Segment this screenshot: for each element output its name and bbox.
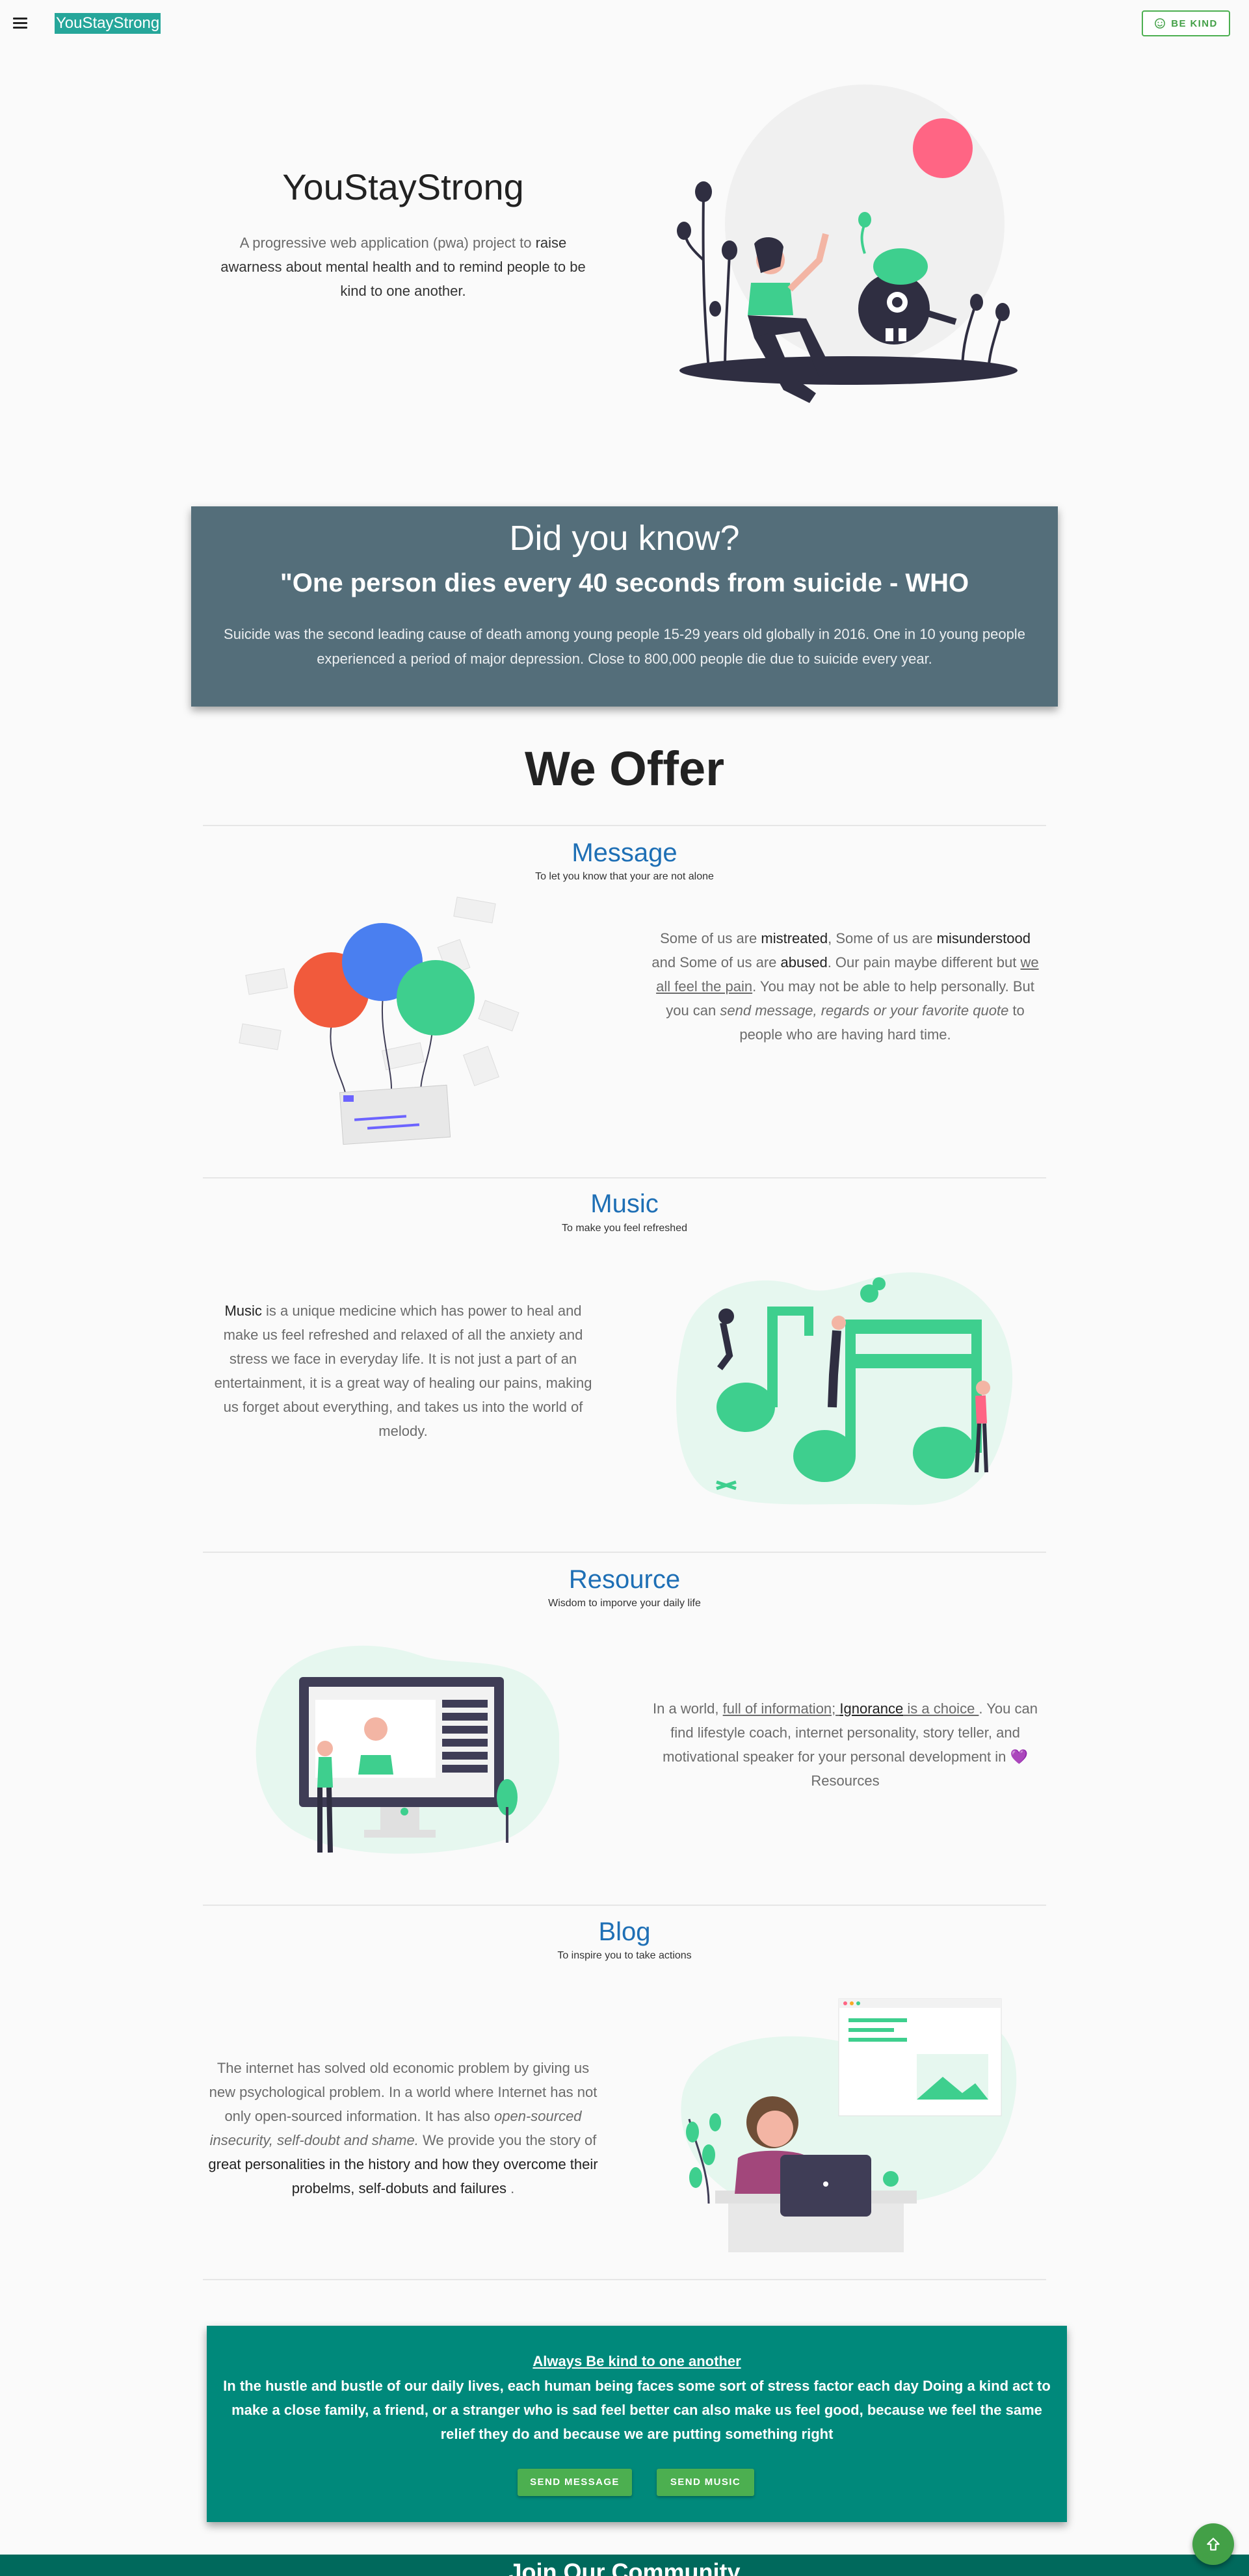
hero-text-part: A progressive web application (pwa) proj…: [239, 235, 536, 251]
text-emphasis: mistreated: [761, 930, 828, 946]
did-you-know-card: Did you know? "One person dies every 40 …: [191, 506, 1058, 707]
top-bar: YouStayStrong BE KIND: [0, 0, 1249, 47]
hero-title: YouStayStrong: [282, 166, 524, 207]
did-you-know-title: Did you know?: [509, 519, 740, 558]
section-subtitle-blog: To inspire you to take actions: [557, 1950, 692, 1961]
text-part: , Some of us are: [828, 930, 937, 946]
arrow-up-icon: [1207, 2538, 1220, 2551]
text-emphasis: abused: [780, 954, 828, 970]
text-part: is a unique medicine which has power to …: [214, 1303, 592, 1439]
resource-illustration: [256, 1645, 559, 1854]
text-part: .: [506, 2180, 515, 2196]
text-part: . Our pain maybe different but: [827, 954, 1021, 970]
text-part: Some of us are: [660, 930, 761, 946]
section-text-blog: The internet has solved old economic pro…: [208, 2056, 598, 2200]
footer-title: Join Our Community: [508, 2558, 741, 2576]
be-kind-button[interactable]: BE KIND: [1142, 10, 1230, 36]
section-title-music: Music: [590, 1190, 659, 1218]
text-part: In a world,: [653, 1700, 723, 1717]
text-part: We provide you the story of: [418, 2132, 597, 2148]
text-emphasis: Music: [224, 1303, 262, 1319]
send-message-button[interactable]: SEND MESSAGE: [518, 2469, 632, 2496]
text-italic: send message, regards or your favorite q…: [720, 1002, 1009, 1019]
section-subtitle-message: To let you know that your are not alone: [535, 871, 714, 882]
hero-text: A progressive web application (pwa) proj…: [208, 231, 598, 303]
section-title-message: Message: [572, 839, 677, 867]
did-you-know-quote: "One person dies every 40 seconds from s…: [280, 569, 969, 597]
brand-logo[interactable]: YouStayStrong: [55, 13, 161, 34]
music-illustration: [676, 1272, 1013, 1505]
we-offer-title: We Offer: [524, 742, 725, 796]
divider: [203, 1552, 1046, 1553]
be-kind-banner: Always Be kind to one another In the hus…: [207, 2326, 1067, 2522]
blog-illustration: [681, 1998, 1017, 2252]
send-music-button[interactable]: SEND MUSIC: [657, 2469, 754, 2496]
section-text-music: Music is a unique medicine which has pow…: [208, 1299, 598, 1443]
banner-title: Always Be kind to one another: [532, 2353, 741, 2369]
balloons-illustration: [239, 896, 519, 1145]
hero-illustration: [677, 85, 1018, 403]
section-text-resource: In a world, full of information; Ignoran…: [650, 1697, 1040, 1793]
text-emphasis: misunderstood: [936, 930, 1031, 946]
text-emphasis: Ignorance: [839, 1700, 904, 1717]
be-kind-label: BE KIND: [1171, 18, 1218, 29]
section-title-resource: Resource: [568, 1565, 681, 1594]
scroll-top-button[interactable]: [1192, 2523, 1234, 2565]
smile-icon: [1155, 18, 1166, 29]
did-you-know-body: Suicide was the second leading cause of …: [224, 626, 1025, 667]
text-emphasis: great personalities in the history and h…: [208, 2156, 598, 2196]
section-subtitle-music: To make you feel refreshed: [562, 1223, 687, 1234]
section-subtitle-resource: Wisdom to imporve your daily life: [548, 1598, 701, 1609]
text-underline: is a choice: [903, 1700, 979, 1717]
heart-icon: 💜: [1010, 1749, 1028, 1765]
divider: [203, 1905, 1046, 1906]
footer: Join Our Community: [0, 2555, 1249, 2576]
section-title-blog: Blog: [598, 1918, 651, 1946]
banner-body: In the hustle and bustle of our daily li…: [223, 2378, 1051, 2442]
divider: [203, 1177, 1046, 1178]
text-part: and Some of us are: [651, 954, 781, 970]
menu-icon[interactable]: [12, 16, 29, 30]
divider: [203, 2279, 1046, 2280]
resources-link[interactable]: Resources: [811, 1773, 879, 1789]
text-underline: full of information;: [722, 1700, 840, 1717]
divider: [203, 825, 1046, 826]
section-text-message: Some of us are mistreated, Some of us ar…: [650, 926, 1040, 1047]
